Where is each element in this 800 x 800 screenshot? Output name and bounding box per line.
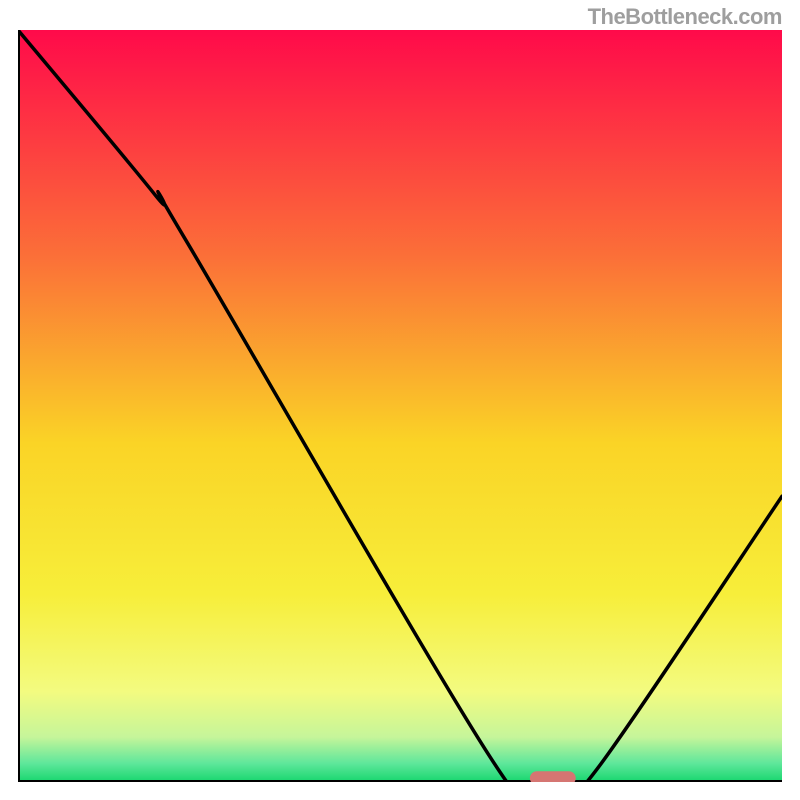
selected-point-marker	[530, 771, 576, 782]
watermark-text: TheBottleneck.com	[588, 4, 782, 30]
chart	[18, 30, 782, 782]
chart-svg	[18, 30, 782, 782]
